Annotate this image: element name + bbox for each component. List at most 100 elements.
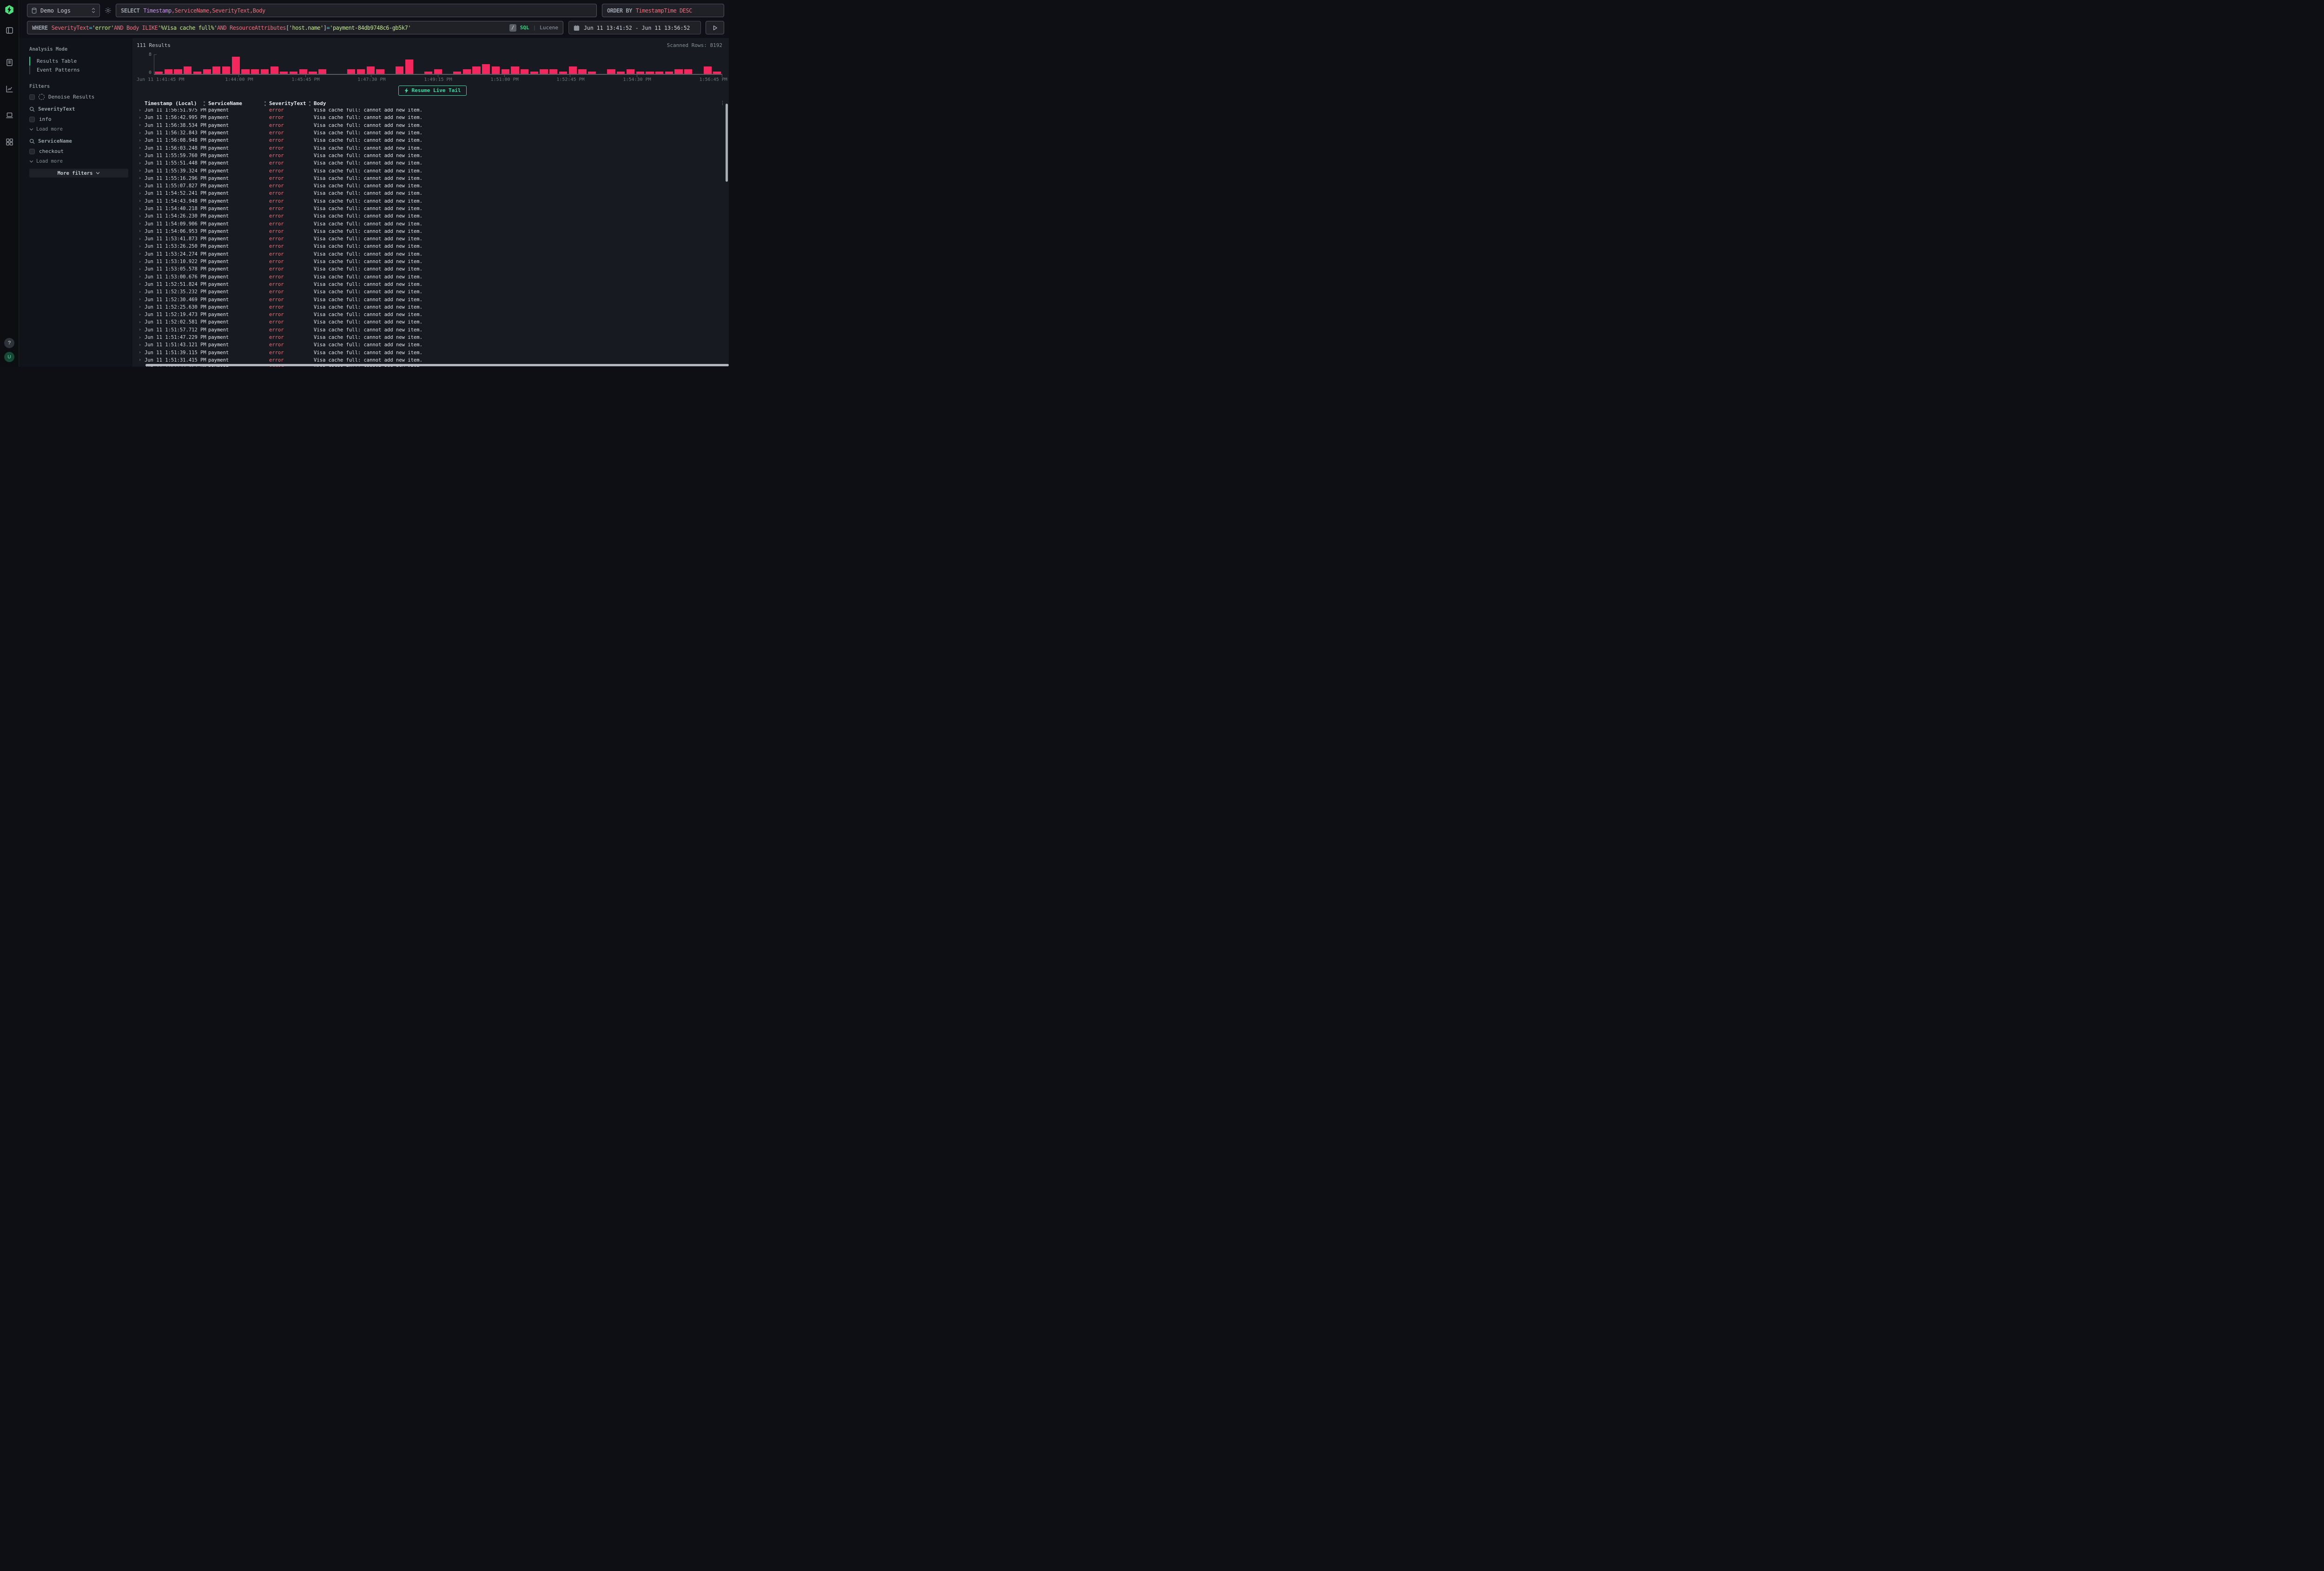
filter-option-info[interactable]: info: [29, 116, 128, 122]
checkout-checkbox[interactable]: [29, 149, 35, 154]
histogram-bar[interactable]: [617, 72, 625, 74]
log-row[interactable]: ›Jun 11 1:55:51.448 PMpaymenterrorVisa c…: [136, 159, 729, 167]
sql-mode-toggle[interactable]: SQL: [520, 25, 529, 31]
row-expand-chevron-icon[interactable]: ›: [136, 251, 145, 257]
dashboards-grid-icon[interactable]: [6, 138, 13, 146]
histogram-bar[interactable]: [367, 66, 375, 74]
histogram-bar[interactable]: [376, 69, 384, 74]
histogram-bar[interactable]: [684, 69, 692, 74]
run-query-button[interactable]: [706, 21, 724, 34]
histogram-bar[interactable]: [232, 57, 240, 74]
log-row[interactable]: ›Jun 11 1:56:08.948 PMpaymenterrorVisa c…: [136, 137, 729, 144]
histogram-bar[interactable]: [704, 66, 712, 74]
log-row[interactable]: ›Jun 11 1:55:16.296 PMpaymenterrorVisa c…: [136, 175, 729, 182]
table-options-kebab-icon[interactable]: ⋮: [720, 100, 725, 106]
column-resize-handle[interactable]: [309, 101, 310, 106]
histogram-bar[interactable]: [482, 64, 490, 74]
log-row[interactable]: ›Jun 11 1:56:42.995 PMpaymenterrorVisa c…: [136, 114, 729, 121]
log-row[interactable]: ›Jun 11 1:52:19.473 PMpaymenterrorVisa c…: [136, 311, 729, 318]
row-expand-chevron-icon[interactable]: ›: [136, 335, 145, 340]
denoise-results-toggle[interactable]: Denoise Results: [29, 94, 128, 100]
row-expand-chevron-icon[interactable]: ›: [136, 198, 145, 204]
sessions-laptop-icon[interactable]: [6, 112, 13, 119]
log-row[interactable]: ›Jun 11 1:51:31.415 PMpaymenterrorVisa c…: [136, 356, 729, 364]
row-expand-chevron-icon[interactable]: ›: [136, 161, 145, 166]
log-row[interactable]: ›Jun 11 1:54:52.241 PMpaymenterrorVisa c…: [136, 190, 729, 197]
histogram-bar[interactable]: [636, 72, 644, 74]
row-expand-chevron-icon[interactable]: ›: [136, 320, 145, 325]
row-expand-chevron-icon[interactable]: ›: [136, 108, 145, 113]
row-expand-chevron-icon[interactable]: ›: [136, 214, 145, 219]
histogram-bar[interactable]: [184, 66, 191, 74]
log-row[interactable]: ›Jun 11 1:52:02.581 PMpaymenterrorVisa c…: [136, 318, 729, 326]
row-expand-chevron-icon[interactable]: ›: [136, 191, 145, 196]
row-expand-chevron-icon[interactable]: ›: [136, 350, 145, 355]
more-filters-button[interactable]: More filters: [29, 169, 128, 178]
histogram-bar[interactable]: [203, 69, 211, 74]
load-more-severitytext[interactable]: Load more: [29, 126, 63, 132]
order-by-input[interactable]: ORDER BY TimestampTime DESC: [602, 4, 724, 17]
info-checkbox[interactable]: [29, 117, 35, 122]
log-row[interactable]: ›Jun 11 1:53:24.274 PMpaymenterrorVisa c…: [136, 251, 729, 258]
histogram-bar[interactable]: [463, 69, 471, 74]
search-panel-icon[interactable]: [6, 26, 13, 34]
row-expand-chevron-icon[interactable]: ›: [136, 168, 145, 173]
row-expand-chevron-icon[interactable]: ›: [136, 304, 145, 310]
histogram-bar[interactable]: [607, 69, 615, 74]
row-expand-chevron-icon[interactable]: ›: [136, 184, 145, 189]
histogram-bar[interactable]: [588, 72, 596, 74]
source-select[interactable]: Demo Logs: [27, 4, 100, 17]
row-expand-chevron-icon[interactable]: ›: [136, 244, 145, 249]
row-expand-chevron-icon[interactable]: ›: [136, 297, 145, 302]
histogram-bar[interactable]: [530, 72, 538, 74]
load-more-servicename[interactable]: Load more: [29, 158, 63, 164]
row-expand-chevron-icon[interactable]: ›: [136, 365, 145, 367]
journal-logs-icon[interactable]: [6, 59, 13, 66]
log-row[interactable]: ›Jun 11 1:52:35.232 PMpaymenterrorVisa c…: [136, 288, 729, 296]
mode-item-results-table[interactable]: Results Table: [29, 57, 128, 66]
histogram-bar[interactable]: [492, 66, 500, 74]
histogram-bar[interactable]: [280, 72, 288, 74]
log-row[interactable]: ›Jun 11 1:51:57.712 PMpaymenterrorVisa c…: [136, 326, 729, 334]
row-expand-chevron-icon[interactable]: ›: [136, 343, 145, 348]
row-expand-chevron-icon[interactable]: ›: [136, 327, 145, 332]
histogram-bar[interactable]: [405, 59, 413, 74]
histogram-bar[interactable]: [453, 72, 461, 74]
denoise-checkbox[interactable]: [29, 94, 35, 100]
histogram-bar[interactable]: [212, 66, 220, 74]
row-expand-chevron-icon[interactable]: ›: [136, 131, 145, 136]
help-button[interactable]: ?: [4, 338, 14, 348]
histogram-bar[interactable]: [251, 69, 259, 74]
row-expand-chevron-icon[interactable]: ›: [136, 153, 145, 158]
histogram-bar[interactable]: [655, 72, 663, 74]
log-row[interactable]: ›Jun 11 1:53:41.873 PMpaymenterrorVisa c…: [136, 235, 729, 243]
histogram-bar[interactable]: [511, 66, 519, 74]
histogram-bar[interactable]: [674, 69, 682, 74]
log-row[interactable]: ›Jun 11 1:55:59.760 PMpaymenterrorVisa c…: [136, 152, 729, 159]
col-severitytext[interactable]: SeverityText: [269, 100, 314, 106]
row-expand-chevron-icon[interactable]: ›: [136, 221, 145, 226]
histogram-bar[interactable]: [472, 66, 480, 74]
column-resize-handle[interactable]: [264, 101, 266, 106]
row-expand-chevron-icon[interactable]: ›: [136, 229, 145, 234]
log-row[interactable]: ›Jun 11 1:54:43.948 PMpaymenterrorVisa c…: [136, 198, 729, 205]
log-row[interactable]: ›Jun 11 1:51:43.121 PMpaymenterrorVisa c…: [136, 341, 729, 349]
lucene-mode-toggle[interactable]: Lucene: [540, 25, 558, 31]
histogram-bar[interactable]: [396, 66, 403, 74]
histogram-bar[interactable]: [193, 72, 201, 74]
row-expand-chevron-icon[interactable]: ›: [136, 312, 145, 317]
histogram-bar[interactable]: [155, 72, 163, 74]
histogram-bar[interactable]: [665, 72, 673, 74]
row-expand-chevron-icon[interactable]: ›: [136, 138, 145, 143]
log-row[interactable]: ›Jun 11 1:52:30.469 PMpaymenterrorVisa c…: [136, 296, 729, 303]
histogram-bar[interactable]: [521, 69, 528, 74]
histogram-bar[interactable]: [713, 72, 721, 74]
log-row[interactable]: ›Jun 11 1:53:05.578 PMpaymenterrorVisa c…: [136, 265, 729, 273]
chart-explorer-icon[interactable]: [6, 85, 13, 93]
histogram-bar[interactable]: [646, 72, 654, 74]
log-row[interactable]: ›Jun 11 1:53:26.250 PMpaymenterrorVisa c…: [136, 243, 729, 250]
log-row[interactable]: ›Jun 11 1:56:03.248 PMpaymenterrorVisa c…: [136, 144, 729, 152]
log-row[interactable]: ›Jun 11 1:51:39.115 PMpaymenterrorVisa c…: [136, 349, 729, 356]
log-row[interactable]: ›Jun 11 1:52:25.630 PMpaymenterrorVisa c…: [136, 304, 729, 311]
histogram-bar[interactable]: [627, 69, 634, 74]
